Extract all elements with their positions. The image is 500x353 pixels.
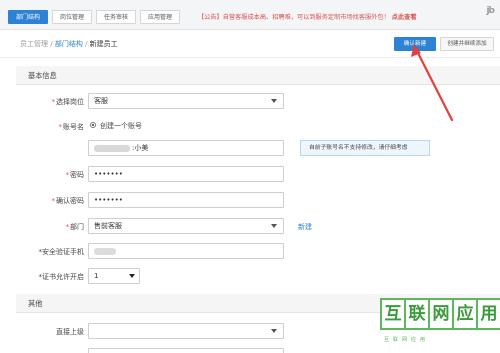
- chevron-down-icon: [129, 274, 135, 278]
- chevron-down-icon: [271, 329, 277, 333]
- account-name-suffix: :小美: [132, 144, 149, 152]
- section-title: 其他: [28, 299, 43, 308]
- post-select[interactable]: 客服: [88, 93, 284, 109]
- section-basic-info: 基本信息: [16, 66, 500, 85]
- watermark-subtitle: 互联网应用: [384, 337, 430, 343]
- phone-label: *安全验证手机: [38, 248, 85, 256]
- watermark-char: 应: [452, 298, 478, 330]
- breadcrumb-root[interactable]: 员工管理: [20, 40, 48, 48]
- breadcrumb-parent[interactable]: 部门结构: [55, 40, 83, 48]
- breadcrumb-separator: /: [85, 40, 88, 48]
- breadcrumb: 员工管理 / 部门结构 / 新建员工: [20, 39, 118, 49]
- breadcrumb-current: 新建员工: [89, 40, 118, 48]
- watermark-logo: 互 联 网 应 用 互联网应用: [380, 298, 500, 353]
- watermark-char: 用: [476, 298, 500, 330]
- chevron-down-icon: [271, 99, 277, 103]
- password-input[interactable]: •••••••: [88, 166, 284, 182]
- department-label: *部门: [65, 223, 85, 231]
- cert-label: *证书允许开启: [38, 273, 85, 281]
- account-name-input[interactable]: :小美: [88, 140, 284, 156]
- password-label: *密码: [65, 171, 85, 179]
- top-tab-bar: 部门结构 岗位管理 任务审核 应用管理 【公告】自营客服成本高、招聘难，可以到服…: [0, 0, 500, 30]
- cert-select[interactable]: 1: [88, 268, 140, 284]
- new-department-link[interactable]: 新建: [298, 222, 312, 232]
- account-tip: 自前子账号名不支持修改，请仔细考虑: [300, 140, 430, 156]
- next-field-input[interactable]: [88, 348, 284, 353]
- confirm-password-label: *确认密码: [51, 197, 85, 205]
- account-label: *账号名: [58, 123, 85, 131]
- tab-department-structure[interactable]: 部门结构: [8, 10, 48, 24]
- breadcrumb-bar: 员工管理 / 部门结构 / 新建员工 确认新建 创建并继续添加: [0, 30, 500, 58]
- superior-label: 直接上级: [56, 328, 84, 336]
- breadcrumb-separator: /: [50, 40, 53, 48]
- confirm-password-input[interactable]: •••••••: [88, 192, 284, 208]
- cert-select-value: 1: [94, 272, 99, 280]
- post-label: *选择岗位: [51, 98, 85, 106]
- watermark-char: 互: [380, 298, 406, 330]
- tab-app-management[interactable]: 应用管理: [140, 10, 180, 24]
- watermark-char: 联: [404, 298, 430, 330]
- department-select-value: 售前客服: [94, 222, 122, 230]
- department-select[interactable]: 售前客服: [88, 218, 284, 234]
- section-title: 基本信息: [28, 71, 57, 80]
- redacted-prefix: [94, 144, 130, 152]
- announcement: 【公告】自营客服成本高、招聘难，可以到服务定制市场找客服外包！ 点此查看: [198, 12, 417, 21]
- announcement-link[interactable]: 点此查看: [392, 14, 417, 21]
- confirm-create-button[interactable]: 确认新建: [394, 37, 436, 51]
- post-select-value: 客服: [94, 97, 108, 105]
- announcement-text: 【公告】自营客服成本高、招聘难，可以到服务定制市场找客服外包！: [198, 14, 390, 21]
- watermark-char: 网: [428, 298, 454, 330]
- redacted-phone: [94, 247, 116, 255]
- superior-select[interactable]: [88, 323, 284, 339]
- create-and-continue-button[interactable]: 创建并继续添加: [440, 37, 494, 51]
- corner-logo: jb: [486, 6, 494, 16]
- chevron-down-icon: [271, 224, 277, 228]
- account-radio[interactable]: [90, 122, 96, 128]
- tab-post-management[interactable]: 岗位管理: [52, 10, 92, 24]
- phone-input[interactable]: [88, 243, 284, 259]
- tab-task-review[interactable]: 任务审核: [96, 10, 136, 24]
- account-radio-label: 创建一个账号: [100, 122, 142, 130]
